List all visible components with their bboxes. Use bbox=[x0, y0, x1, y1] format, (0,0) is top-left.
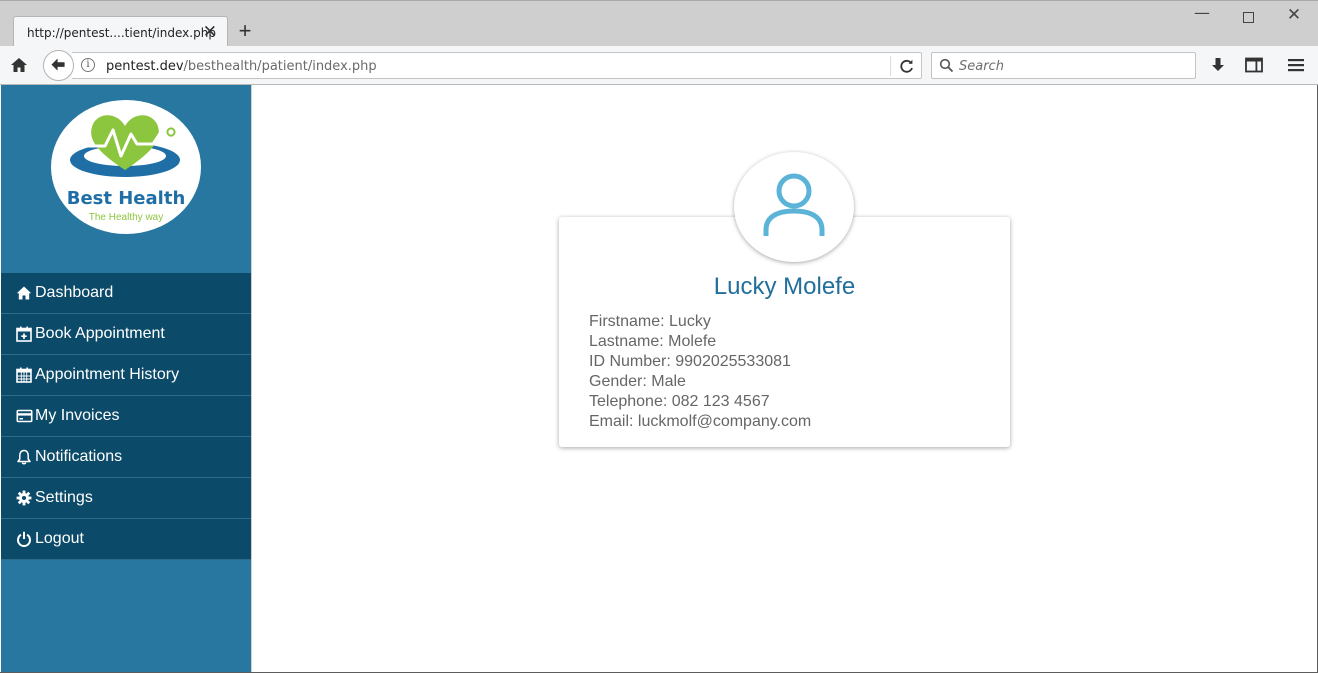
detail-gender: Gender: Male bbox=[589, 373, 686, 390]
sidebar-item-book-appointment[interactable]: Book Appointment bbox=[1, 314, 251, 355]
bell-icon bbox=[16, 449, 32, 465]
url-bar[interactable]: i pentest.dev/besthealth/patient/index.p… bbox=[72, 52, 922, 79]
back-button[interactable] bbox=[43, 50, 74, 81]
menu-icon[interactable] bbox=[1285, 55, 1307, 75]
avatar bbox=[734, 152, 854, 262]
user-icon bbox=[763, 173, 825, 236]
sidebar-item-my-invoices[interactable]: My Invoices bbox=[1, 396, 251, 437]
brand-tagline: The Healthy way bbox=[88, 212, 164, 223]
tab-close-icon[interactable]: ✕ bbox=[203, 23, 217, 40]
calendar-plus-icon bbox=[16, 326, 32, 342]
sidebar-item-settings[interactable]: Settings bbox=[1, 478, 251, 519]
url-text[interactable]: pentest.dev/besthealth/patient/index.php bbox=[106, 59, 377, 74]
close-window-button[interactable]: ✕ bbox=[1282, 5, 1306, 27]
detail-telephone: Telephone: 082 123 4567 bbox=[589, 393, 770, 410]
search-icon bbox=[939, 58, 954, 73]
tab-title: http://pentest....tient/index.php bbox=[27, 26, 216, 40]
search-bar[interactable]: Search bbox=[931, 52, 1196, 79]
sidebar-item-logout[interactable]: Logout bbox=[1, 519, 251, 560]
sidebar: Best Health The Healthy way Dashboard Bo… bbox=[1, 85, 251, 673]
maximize-button[interactable] bbox=[1236, 7, 1260, 29]
gear-icon bbox=[16, 490, 32, 506]
browser-tab[interactable]: http://pentest....tient/index.php ✕ bbox=[13, 16, 228, 48]
brand-logo[interactable]: Best Health The Healthy way bbox=[51, 100, 201, 234]
detail-lastname: Lastname: Molefe bbox=[589, 333, 717, 350]
sidebar-menu: Dashboard Book Appointment Appointment H… bbox=[1, 273, 251, 560]
download-icon[interactable] bbox=[1207, 55, 1229, 75]
calendar-icon bbox=[16, 367, 32, 383]
browser-navbar: i pentest.dev/besthealth/patient/index.p… bbox=[0, 46, 1318, 85]
sidebar-item-appointment-history[interactable]: Appointment History bbox=[1, 355, 251, 396]
info-icon[interactable]: i bbox=[81, 58, 95, 72]
sidebar-item-notifications[interactable]: Notifications bbox=[1, 437, 251, 478]
detail-firstname: Firstname: Lucky bbox=[589, 313, 711, 330]
detail-email: Email: luckmolf@company.com bbox=[589, 413, 812, 430]
search-input[interactable]: Search bbox=[959, 59, 1004, 74]
power-icon bbox=[16, 531, 32, 547]
home-icon[interactable] bbox=[8, 55, 30, 75]
main-content: Lucky Molefe Firstname: Lucky Lastname: … bbox=[251, 85, 1318, 673]
minimize-button[interactable]: — bbox=[1190, 3, 1214, 25]
brand-name: Best Health bbox=[66, 188, 186, 209]
new-tab-button[interactable]: + bbox=[235, 19, 255, 43]
heart-logo-icon bbox=[70, 115, 180, 177]
detail-id-number: ID Number: 9902025533081 bbox=[589, 353, 791, 370]
reload-icon[interactable] bbox=[898, 57, 916, 75]
home-icon bbox=[16, 285, 32, 301]
sidebar-item-dashboard[interactable]: Dashboard bbox=[1, 273, 251, 314]
profile-details: Firstname: Lucky Lastname: Molefe ID Num… bbox=[589, 312, 811, 432]
browser-titlebar: http://pentest....tient/index.php ✕ + — … bbox=[0, 0, 1318, 48]
sidebar-toggle-icon[interactable] bbox=[1243, 55, 1265, 75]
profile-name: Lucky Molefe bbox=[713, 273, 856, 300]
credit-card-icon bbox=[16, 408, 33, 424]
